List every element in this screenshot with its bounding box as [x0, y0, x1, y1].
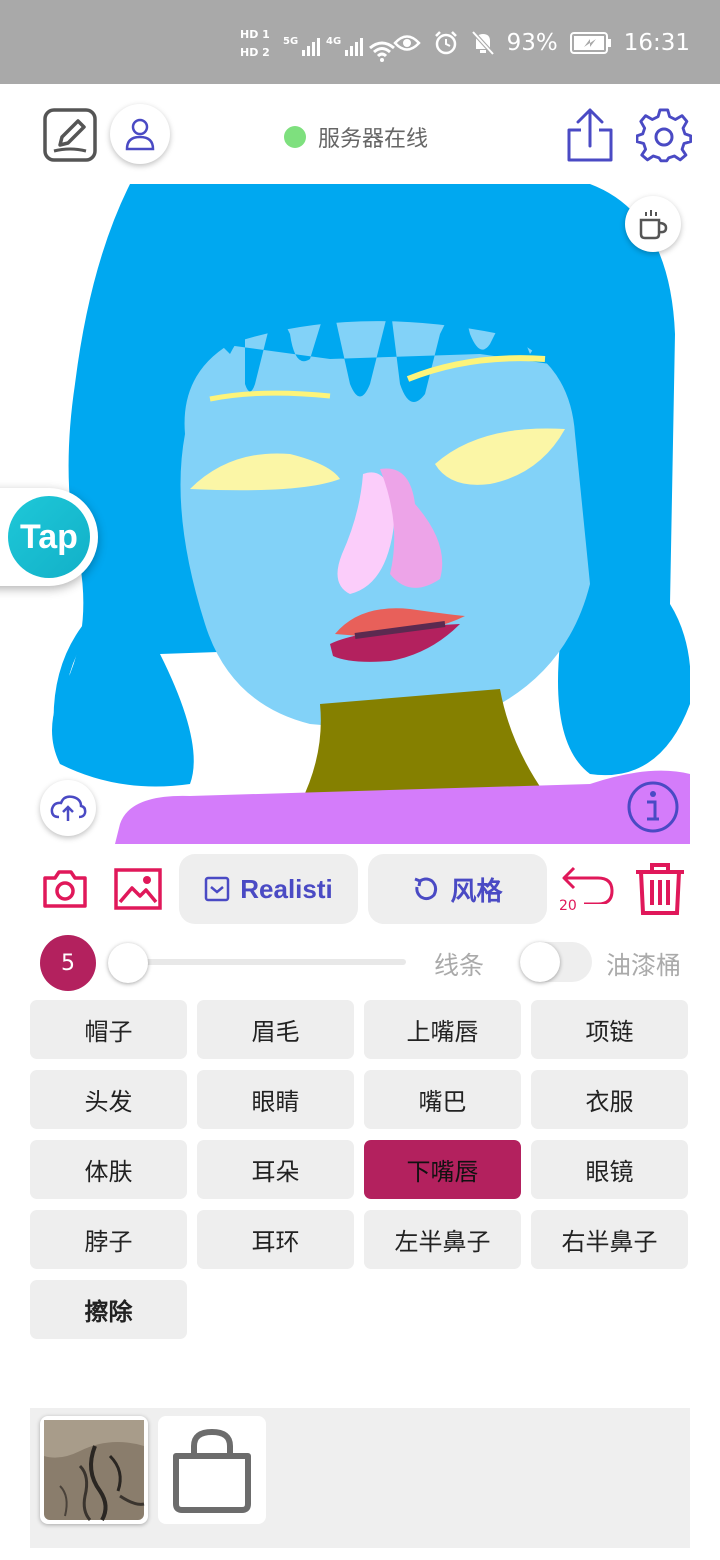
settings-button[interactable]	[635, 108, 693, 164]
part-button-necklace[interactable]: 项链	[531, 1000, 688, 1059]
camera-button[interactable]	[42, 868, 88, 910]
part-button-eyes[interactable]: 眼睛	[197, 1070, 354, 1129]
part-button-upper-lip[interactable]: 上嘴唇	[364, 1000, 521, 1059]
upload-button[interactable]	[40, 780, 96, 836]
part-button-neck[interactable]: 脖子	[30, 1210, 187, 1269]
server-status: 服务器在线	[284, 121, 428, 153]
camera-icon	[43, 870, 87, 908]
rotate-icon	[414, 877, 438, 901]
drawing-canvas[interactable]	[30, 184, 690, 844]
part-button-left-nose[interactable]: 左半鼻子	[364, 1210, 521, 1269]
part-button-eyebrows[interactable]: 眉毛	[197, 1000, 354, 1059]
erase-button[interactable]: 擦除	[30, 1280, 187, 1339]
share-icon	[567, 108, 613, 162]
line-mode-label: 线条	[434, 951, 485, 980]
part-button-ears[interactable]: 耳朵	[197, 1140, 354, 1199]
trash-icon	[636, 863, 684, 915]
sim2-label: HD 2	[240, 46, 270, 59]
brush-size-badge: 5	[40, 935, 96, 991]
restyle-label: 风格	[450, 876, 503, 907]
net1-label: 5G	[283, 36, 299, 47]
restyle-button[interactable]: 风格	[368, 854, 547, 924]
delete-button[interactable]	[634, 862, 686, 916]
part-button-lower-lip[interactable]: 下嘴唇	[364, 1140, 521, 1199]
sim-indicator: HD 1 HD 2	[240, 28, 270, 59]
part-button-earrings[interactable]: 耳环	[197, 1210, 354, 1269]
edit-canvas-icon	[43, 108, 97, 162]
paint-bucket-toggle[interactable]	[520, 942, 592, 982]
part-button-glasses[interactable]: 眼镜	[531, 1140, 688, 1199]
draw-mode-button[interactable]	[42, 107, 98, 163]
shop-button[interactable]	[158, 1416, 266, 1524]
coffee-cup-icon	[639, 210, 668, 240]
tap-floating-button[interactable]: Tap	[0, 488, 98, 586]
style-select-button[interactable]: Realisti	[179, 854, 358, 924]
undo-button[interactable]: 20	[558, 864, 614, 916]
coffee-button[interactable]	[625, 196, 681, 252]
part-button-right-nose[interactable]: 右半鼻子	[531, 1210, 688, 1269]
style-select-label: Realisti	[240, 873, 333, 904]
part-button-skin[interactable]: 体肤	[30, 1140, 187, 1199]
gear-icon	[635, 108, 693, 163]
eye-icon	[392, 35, 421, 51]
drawing-artwork	[52, 184, 690, 844]
cloud-upload-icon	[50, 795, 87, 821]
part-button-hat[interactable]: 帽子	[30, 1000, 187, 1059]
sim1-label: HD 1	[240, 28, 270, 41]
battery-icon	[569, 32, 611, 54]
part-button-hair[interactable]: 头发	[30, 1070, 187, 1129]
clock: 16:31	[623, 30, 690, 56]
tap-label: Tap	[8, 496, 90, 578]
toggle-knob	[520, 942, 560, 982]
net2-label: 4G	[326, 36, 342, 47]
brush-size-slider[interactable]	[126, 959, 406, 965]
result-thumbnail[interactable]	[40, 1416, 148, 1524]
paint-bucket-label: 油漆桶	[606, 951, 682, 980]
battery-percent: 93%	[506, 30, 558, 56]
checkbox-icon	[205, 876, 230, 902]
signal-5g-icon: 5G	[283, 36, 321, 56]
part-selector-grid: 帽子 眉毛 上嘴唇 项链 头发 眼睛 嘴巴 衣服 体肤 耳朵 下嘴唇 眼镜 脖子…	[30, 1000, 690, 1339]
gallery-button[interactable]	[114, 868, 162, 910]
status-right: 93% 16:31	[392, 30, 690, 56]
info-button[interactable]	[626, 780, 680, 834]
server-status-label: 服务器在线	[318, 127, 429, 152]
status-bar: HD 1 HD 2 5G 4G 93% 16:31	[0, 0, 720, 84]
part-button-clothes[interactable]: 衣服	[531, 1070, 688, 1129]
mute-bell-icon	[471, 30, 495, 56]
shopping-bag-icon	[173, 1428, 251, 1513]
brush-size-slider-thumb[interactable]	[108, 943, 148, 983]
status-dot	[284, 126, 306, 148]
alarm-icon	[434, 31, 457, 55]
info-icon	[627, 781, 679, 833]
share-button[interactable]	[565, 106, 615, 164]
sketch-thumbnail-image	[44, 1420, 145, 1521]
user-icon	[125, 118, 155, 151]
undo-count: 20	[559, 898, 577, 914]
profile-button[interactable]	[110, 104, 170, 164]
signal-4g-icon: 4G	[326, 36, 364, 56]
result-gallery	[30, 1408, 690, 1548]
image-icon	[114, 868, 162, 910]
part-button-mouth[interactable]: 嘴巴	[364, 1070, 521, 1129]
